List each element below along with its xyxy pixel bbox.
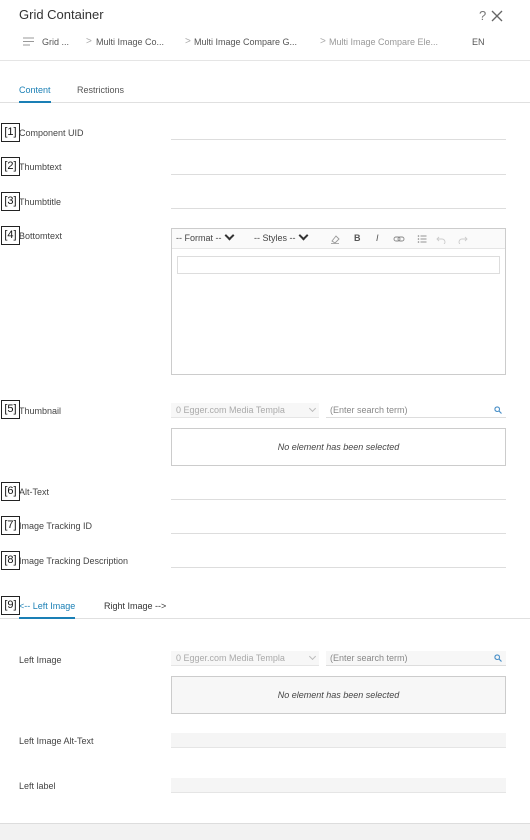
alt-text-label: Alt-Text: [19, 487, 50, 497]
component-uid-input[interactable]: [171, 125, 506, 140]
tracking-description-input[interactable]: [171, 553, 506, 568]
thumbnail-search-placeholder: (Enter search term): [330, 405, 408, 415]
marker-2: [2]: [1, 157, 20, 176]
chevron-down-icon: [308, 404, 317, 413]
bottomtext-editor-area[interactable]: [177, 256, 500, 274]
marker-8: [8]: [1, 551, 20, 570]
left-image-label: Left Image: [19, 655, 62, 665]
breadcrumb-separator: >: [320, 36, 326, 47]
thumbnail-label: Thumbnail: [19, 406, 62, 416]
dialog-title: Grid Container: [19, 7, 104, 22]
chevron-down-icon: [308, 652, 317, 661]
thumbnail-search-input[interactable]: (Enter search term): [326, 403, 506, 418]
list-icon[interactable]: [417, 234, 427, 244]
dialog-header: Grid Container ? Grid ... > Multi Image …: [0, 0, 530, 61]
link-icon[interactable]: [393, 234, 405, 244]
left-label-label: Left label: [19, 781, 56, 791]
eraser-icon[interactable]: [330, 234, 340, 244]
bottomtext-rich-editor: -- Format -- -- Styles -- B I: [171, 228, 506, 375]
form-body: [0, 103, 530, 840]
tab-restrictions[interactable]: Restrictions: [77, 85, 124, 101]
breadcrumb-separator: >: [185, 36, 191, 47]
styles-dropdown[interactable]: -- Styles --: [254, 230, 308, 243]
thumbnail-selection-box[interactable]: No element has been selected: [171, 428, 506, 466]
marker-7: [7]: [1, 516, 20, 535]
thumbtitle-label: Thumbtitle: [19, 197, 62, 207]
breadcrumb-item-current: Multi Image Compare Ele...: [329, 37, 439, 47]
tracking-id-label: Image Tracking ID: [19, 521, 93, 531]
left-image-selection-box[interactable]: No element has been selected: [171, 676, 506, 714]
styles-dropdown-label: -- Styles --: [254, 233, 296, 243]
tab-content[interactable]: Content: [19, 85, 51, 103]
search-icon[interactable]: [494, 654, 502, 662]
marker-4: [4]: [1, 226, 20, 245]
close-icon[interactable]: [490, 9, 504, 23]
dialog-footer: [0, 823, 530, 840]
chevron-down-icon: [298, 230, 308, 241]
main-tabs: Content Restrictions: [0, 82, 530, 103]
help-icon[interactable]: ?: [479, 8, 486, 23]
format-dropdown[interactable]: -- Format --: [176, 230, 234, 243]
alt-text-input[interactable]: [171, 485, 506, 500]
breadcrumb-item-grid[interactable]: Grid ...: [42, 37, 69, 47]
redo-icon[interactable]: [458, 234, 468, 244]
marker-6: [6]: [1, 482, 20, 501]
marker-1: [1]: [1, 123, 20, 142]
thumbtext-label: Thumbtext: [19, 162, 62, 172]
tracking-id-input[interactable]: [171, 519, 506, 534]
tab-left-image[interactable]: <-- Left Image: [19, 601, 76, 619]
undo-icon[interactable]: [436, 234, 446, 244]
editor-toolbar: -- Format -- -- Styles -- B I: [172, 229, 505, 249]
search-icon[interactable]: [494, 406, 502, 414]
chevron-down-icon: [224, 230, 234, 241]
component-uid-label: Component UID: [19, 128, 84, 138]
language-indicator[interactable]: EN: [472, 37, 485, 47]
left-image-repository-select[interactable]: 0 Egger.com Media Templa: [171, 651, 319, 666]
tracking-description-label: Image Tracking Description: [19, 556, 129, 566]
breadcrumb-item-multi-image-compare-g[interactable]: Multi Image Compare G...: [194, 37, 297, 47]
marker-5: [5]: [1, 400, 20, 419]
thumbtitle-input[interactable]: [171, 194, 506, 209]
image-tabs: <-- Left Image Right Image -->: [0, 597, 530, 619]
thumbnail-repository-value: 0 Egger.com Media Templa: [176, 405, 285, 415]
left-image-alt-input[interactable]: [171, 733, 506, 748]
left-image-search-input[interactable]: (Enter search term): [326, 651, 506, 666]
left-image-alt-label: Left Image Alt-Text: [19, 736, 94, 746]
marker-9: [9]: [1, 596, 20, 615]
bold-button[interactable]: B: [354, 233, 361, 243]
thumbtext-input[interactable]: [171, 160, 506, 175]
breadcrumb-separator: >: [86, 36, 92, 47]
thumbnail-repository-select[interactable]: 0 Egger.com Media Templa: [171, 403, 319, 418]
italic-button[interactable]: I: [376, 233, 379, 243]
left-image-search-placeholder: (Enter search term): [330, 653, 408, 663]
marker-3: [3]: [1, 192, 20, 211]
format-dropdown-label: -- Format --: [176, 233, 222, 243]
tab-right-image[interactable]: Right Image -->: [104, 601, 166, 617]
left-image-repository-value: 0 Egger.com Media Templa: [176, 653, 285, 663]
breadcrumb-item-multi-image-co[interactable]: Multi Image Co...: [96, 37, 164, 47]
menu-icon[interactable]: [23, 37, 34, 46]
bottomtext-label: Bottomtext: [19, 231, 63, 241]
left-label-input[interactable]: [171, 778, 506, 793]
